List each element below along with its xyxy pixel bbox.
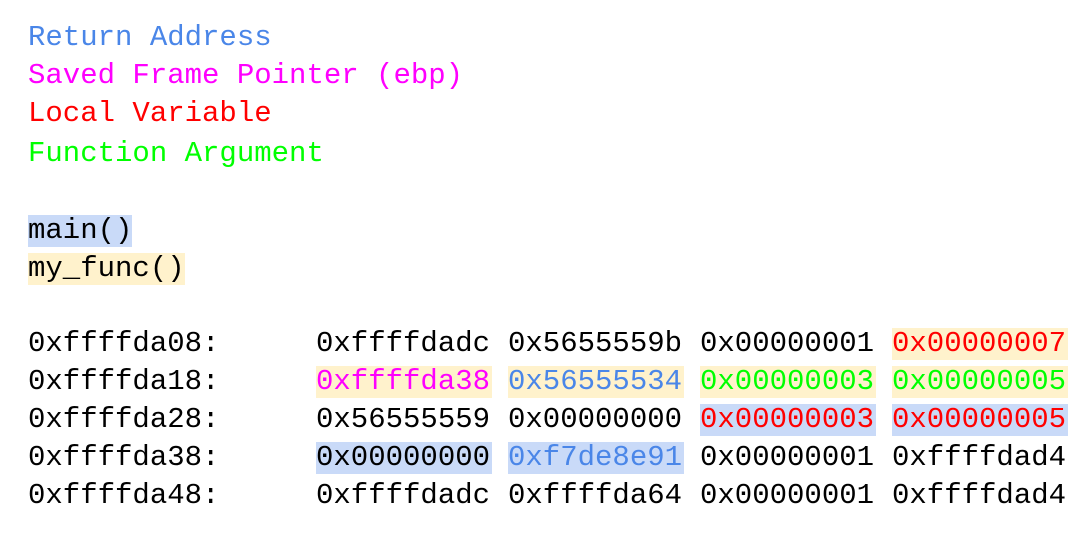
memory-address: 0xffffda08:: [28, 327, 220, 360]
memory-word: 0x00000003: [700, 403, 876, 436]
memory-address: 0xffffda48:: [28, 479, 220, 512]
memory-row: 0xffffda28: 0x56555559 0x00000000 0x0000000…: [0, 404, 1090, 436]
memory-word: 0x00000005: [892, 403, 1068, 436]
memory-address: 0xffffda38:: [28, 441, 220, 474]
memory-address: 0xffffda18:: [28, 365, 220, 398]
legend-saved-frame-pointer: Saved Frame Pointer (ebp): [28, 59, 464, 92]
memory-word: 0x56555534: [508, 365, 684, 398]
memory-word: 0xffffda64: [508, 479, 683, 512]
memory-word: 0x5655559b: [508, 327, 683, 360]
memory-word: 0xf7de8e91: [508, 441, 684, 474]
legend-return-address: Return Address: [28, 21, 272, 54]
frame-label-main: main(): [28, 214, 133, 247]
legend-local-variable: Local Variable: [28, 97, 272, 130]
memory-word: 0xffffdadc: [316, 479, 491, 512]
frame-label-my-func: my_func(): [28, 252, 185, 285]
memory-word: 0xffffda38: [316, 365, 492, 398]
memory-word: 0x00000003: [700, 365, 876, 398]
memory-word: 0x00000007: [892, 327, 1068, 360]
memory-word: 0x00000001: [700, 327, 875, 360]
legend-function-argument: Function Argument: [28, 137, 324, 170]
memory-word: 0x00000001: [700, 479, 875, 512]
memory-word: 0xffffdadc: [316, 327, 491, 360]
memory-word: 0x00000000: [316, 441, 492, 474]
memory-word: 0xffffdad4: [892, 441, 1067, 474]
memory-word: 0xffffdad4: [892, 479, 1067, 512]
memory-word: 0x56555559: [316, 403, 491, 436]
memory-row: 0xffffda18: 0xffffda38 0x56555534 0x0000000…: [0, 366, 1090, 398]
memory-row: 0xffffda48: 0xffffdadc 0xffffda64 0x0000000…: [0, 480, 1090, 512]
memory-row: 0xffffda08: 0xffffdadc 0x5655559b 0x0000000…: [0, 328, 1090, 360]
memory-word: 0x00000000: [508, 403, 683, 436]
memory-row: 0xffffda38: 0x00000000 0xf7de8e91 0x0000000…: [0, 442, 1090, 474]
memory-address: 0xffffda28:: [28, 403, 220, 436]
memory-word: 0x00000005: [892, 365, 1068, 398]
memory-word: 0x00000001: [700, 441, 875, 474]
